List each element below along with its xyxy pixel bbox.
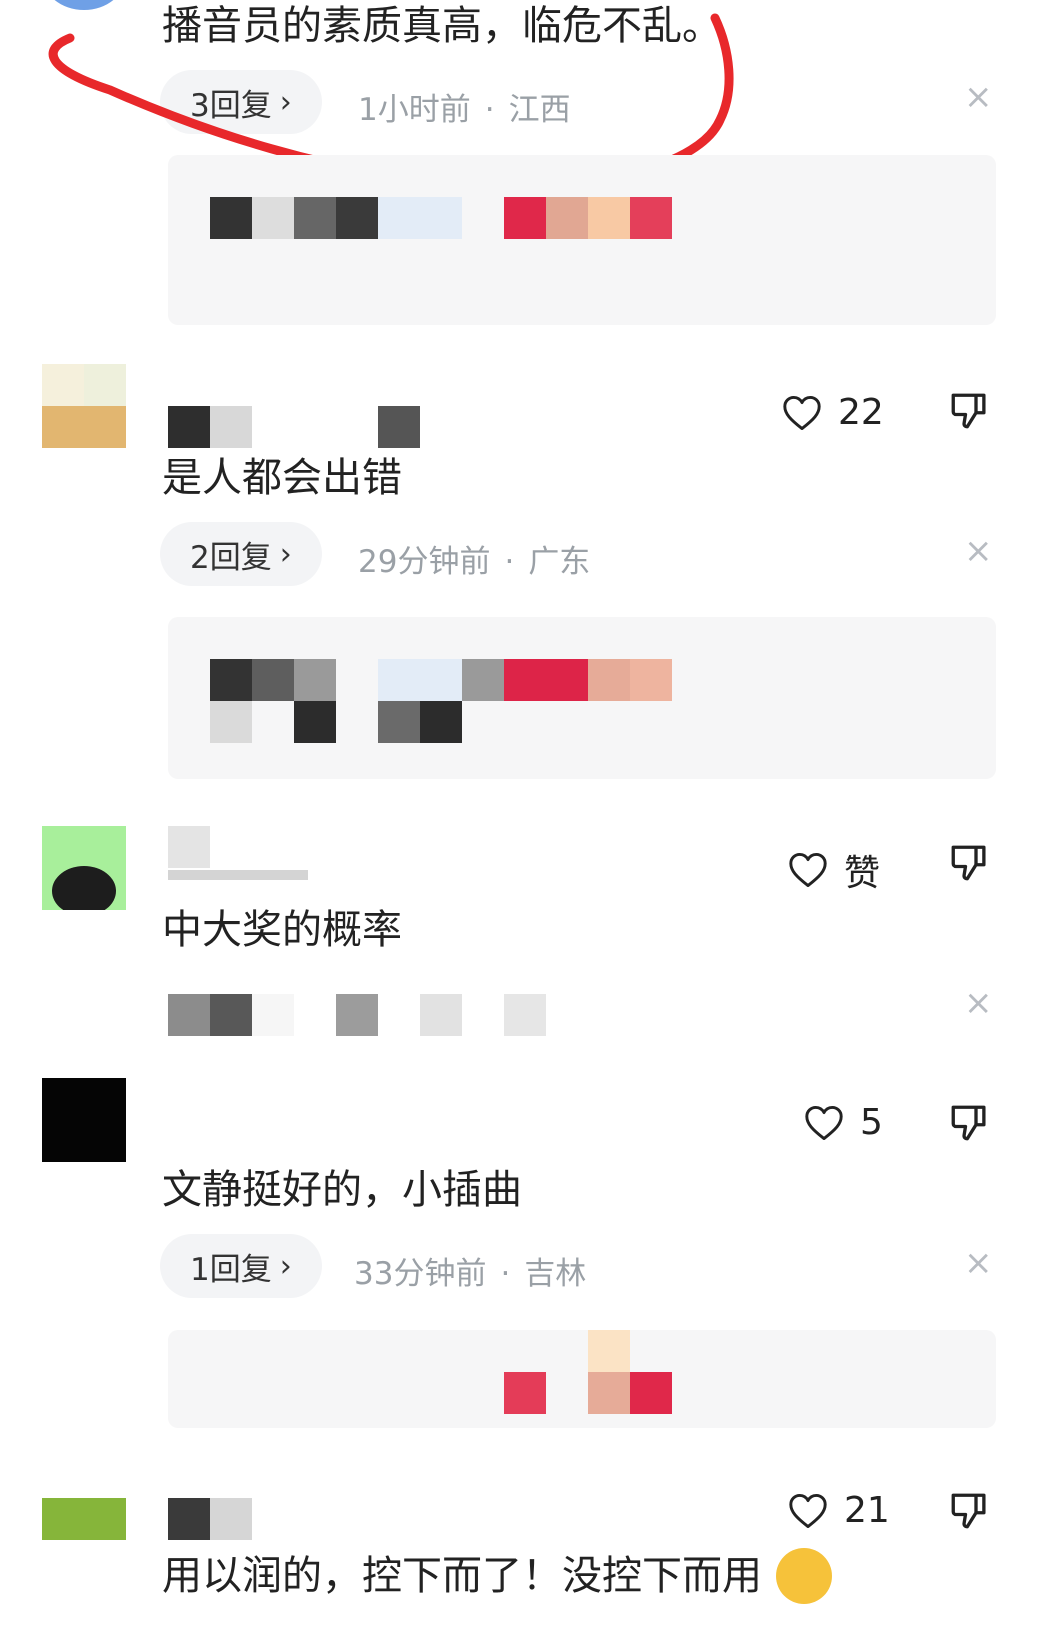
pixelated-emoji <box>630 197 672 239</box>
like-button[interactable]: 21 <box>788 1490 890 1531</box>
close-icon[interactable]: × <box>964 534 993 568</box>
comment-text: 用以润的，控下而了！没控下而用 <box>162 1553 762 1599</box>
comment-text: 是人都会出错 <box>162 455 402 501</box>
heart-outline-icon <box>789 1493 827 1528</box>
separator-dot: · <box>504 544 515 580</box>
close-icon[interactable]: × <box>964 1246 993 1280</box>
comment-meta: 33分钟前 · 吉林 <box>354 1248 586 1293</box>
username-pixelated[interactable] <box>168 826 336 880</box>
pixelated-text <box>252 197 294 239</box>
thumbs-down-icon[interactable] <box>948 1490 990 1532</box>
thumbs-down-icon[interactable] <box>948 1102 990 1144</box>
comment-time: 33分钟前 <box>354 1256 487 1292</box>
reply-count-button[interactable]: 2回复 › <box>160 522 322 586</box>
reply-preview-card[interactable] <box>168 155 996 325</box>
reply-preview-card[interactable] <box>168 1330 996 1428</box>
heart-outline-icon <box>805 1105 843 1140</box>
like-count: 5 <box>860 1102 883 1143</box>
comment-time: 29分钟前 <box>358 544 491 580</box>
username-pixelated[interactable] <box>168 1498 294 1540</box>
thumbs-down-icon[interactable] <box>948 390 990 432</box>
comment-meta-pixelated <box>168 994 568 1036</box>
comment-text: 中大奖的概率 <box>162 907 402 953</box>
comment-location: 广东 <box>528 544 591 580</box>
pixelated-emoji <box>546 197 588 239</box>
username-pixelated[interactable] <box>168 406 420 448</box>
reply-count-button[interactable]: 1回复 › <box>160 1234 322 1298</box>
avatar[interactable] <box>42 364 126 448</box>
chevron-right-icon: › <box>279 1248 292 1284</box>
like-button[interactable]: 5 <box>804 1102 883 1143</box>
pixelated-text <box>378 197 462 239</box>
pixelated-emoji <box>588 197 630 239</box>
comment-text: 文静挺好的，小插曲 <box>162 1167 522 1213</box>
avatar[interactable] <box>42 1078 126 1162</box>
avatar[interactable] <box>42 826 126 910</box>
close-icon[interactable]: × <box>964 986 993 1020</box>
pixelated-text <box>294 197 336 239</box>
emoji-icon <box>776 1548 832 1604</box>
avatar[interactable] <box>42 1498 126 1540</box>
like-count: 22 <box>838 392 884 433</box>
reply-count-label: 2回复 <box>190 539 272 576</box>
like-count: 赞 <box>844 853 881 894</box>
reply-preview-card[interactable] <box>168 617 996 779</box>
thumbs-down-icon[interactable] <box>948 842 990 884</box>
comment-location: 吉林 <box>524 1256 587 1292</box>
heart-outline-icon <box>783 395 821 430</box>
pixelated-text <box>336 197 378 239</box>
like-button[interactable]: 22 <box>782 392 884 433</box>
pixelated-emoji <box>504 197 546 239</box>
chevron-right-icon: › <box>279 536 292 572</box>
like-button[interactable]: 赞 <box>788 844 880 896</box>
reply-count-label: 1回复 <box>190 1251 272 1288</box>
like-count: 21 <box>844 1490 890 1531</box>
pixelated-text <box>210 197 252 239</box>
heart-outline-icon <box>789 852 827 888</box>
separator-dot: · <box>500 1256 511 1292</box>
comment-meta: 29分钟前 · 广东 <box>358 536 590 581</box>
